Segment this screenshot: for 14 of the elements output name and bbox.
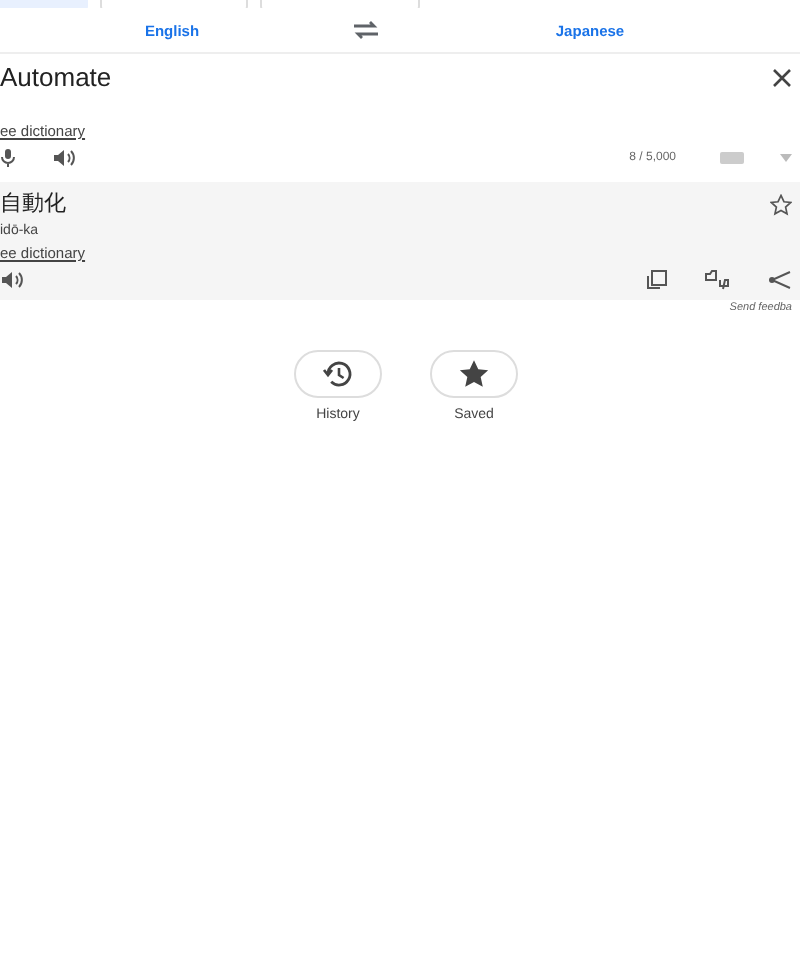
saved-button[interactable]	[430, 350, 518, 398]
translated-text: 自動化	[0, 190, 66, 218]
star-icon	[458, 358, 490, 390]
history-button[interactable]	[294, 350, 382, 398]
swap-icon[interactable]	[352, 20, 380, 40]
speaker-icon[interactable]	[0, 270, 24, 290]
copy-icon[interactable]	[646, 270, 668, 290]
speaker-icon[interactable]	[52, 148, 76, 168]
microphone-icon[interactable]	[0, 148, 16, 168]
star-icon[interactable]	[770, 193, 792, 215]
share-icon[interactable]	[768, 270, 792, 290]
source-text: Automate	[0, 62, 112, 94]
history-icon	[322, 358, 354, 390]
close-icon[interactable]	[772, 68, 792, 88]
